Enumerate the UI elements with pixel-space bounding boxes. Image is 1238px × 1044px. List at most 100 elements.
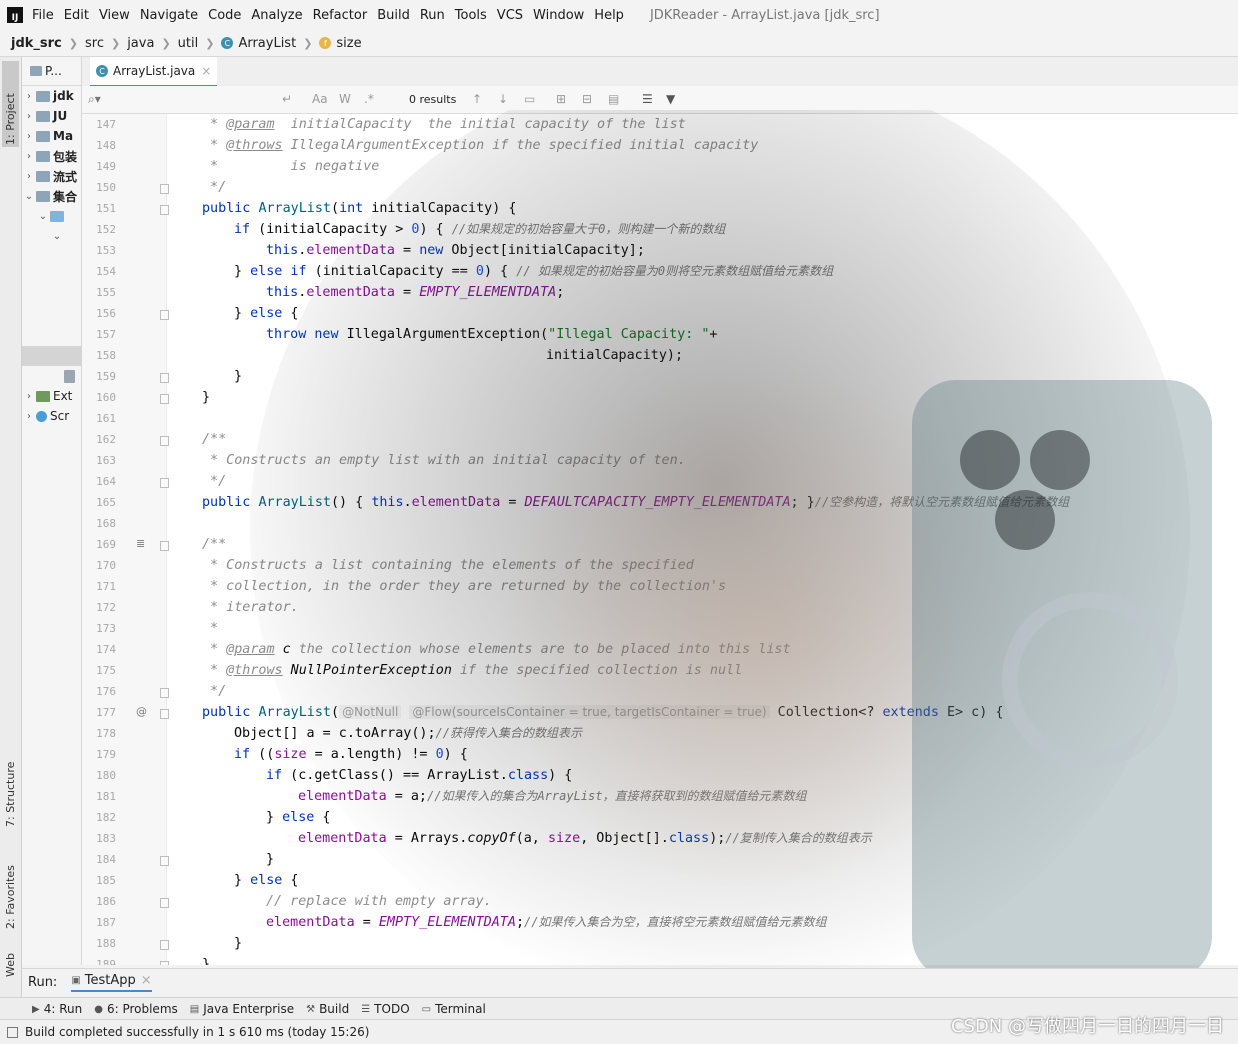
tab-label: ArrayList.java <box>113 64 196 78</box>
fold-marker-icon[interactable] <box>160 688 169 698</box>
project-panel-header[interactable]: P... <box>22 57 81 86</box>
menu-code[interactable]: Code <box>208 8 241 23</box>
menu-refactor[interactable]: Refactor <box>313 8 368 23</box>
tree-item[interactable]: › 流式 <box>22 166 81 186</box>
breadcrumb-project[interactable]: jdk_src <box>11 36 62 51</box>
add-occurrence-icon[interactable]: ⊞ <box>556 92 566 106</box>
fold-marker-icon[interactable] <box>160 856 169 866</box>
select-all-occurrences-icon[interactable]: ▭ <box>524 92 535 106</box>
tool-tab-terminal[interactable]: ▭ Terminal <box>422 1002 486 1016</box>
menu-navigate[interactable]: Navigate <box>140 8 198 23</box>
filter-icon[interactable]: ▼ <box>666 92 675 106</box>
keyword: class <box>507 768 549 783</box>
tree-item[interactable]: › JU <box>22 106 81 126</box>
search-input[interactable] <box>110 89 284 109</box>
fold-marker-icon[interactable] <box>160 184 169 194</box>
fold-marker-icon[interactable] <box>160 373 169 383</box>
fold-marker-icon[interactable] <box>160 478 169 488</box>
tab-arraylist-java[interactable]: C ArrayList.java × <box>90 57 218 88</box>
fold-marker-icon[interactable] <box>160 898 169 908</box>
code-line-156: } else { <box>234 303 299 324</box>
regex-button[interactable]: .* <box>364 92 374 106</box>
tool-tab-todo[interactable]: ☰ TODO <box>361 1002 409 1016</box>
match-case-button[interactable]: Aa <box>312 92 328 106</box>
breadcrumb-field[interactable]: f size <box>319 36 362 51</box>
comment: * <box>202 117 227 132</box>
render-doc-icon[interactable]: ≣ <box>136 537 145 550</box>
select-occurrences-icon[interactable]: ▤ <box>608 92 619 106</box>
whole-word-button[interactable]: W <box>339 92 351 106</box>
breadcrumb-java[interactable]: java <box>127 36 154 51</box>
tool-tab-favorites[interactable]: 2: Favorites <box>2 847 19 929</box>
tree-item[interactable]: › 包装 <box>22 146 81 166</box>
tree-item[interactable]: ⌄ <box>22 206 81 226</box>
status-toggle-icon[interactable] <box>7 1026 18 1038</box>
annotation-icon[interactable]: @ <box>136 705 147 718</box>
tree-item[interactable]: › Ma <box>22 126 81 146</box>
tool-tab-label: TODO <box>374 1002 410 1016</box>
arrow-up-icon[interactable]: ↑ <box>472 92 482 106</box>
fold-marker-icon[interactable] <box>160 205 169 215</box>
tool-tab-project[interactable]: 1: Project <box>2 61 19 147</box>
code-text: = a; <box>386 789 427 804</box>
menu-build[interactable]: Build <box>377 8 410 23</box>
tree-item[interactable]: › jdk <box>22 86 81 106</box>
code-editor[interactable]: 147 148 149 150 151 152 153 154 155 156 157 158 159 1… <box>82 114 1238 965</box>
run-config-tab[interactable]: ▣ TestApp × <box>71 973 152 992</box>
menu-help[interactable]: Help <box>594 8 624 23</box>
menu-tools[interactable]: Tools <box>455 8 487 23</box>
fold-marker-icon[interactable] <box>160 541 169 551</box>
line-number: 183 <box>96 832 116 845</box>
close-icon[interactable]: × <box>201 64 211 78</box>
tool-tab-java-enterprise[interactable]: ▤ Java Enterprise <box>190 1002 294 1016</box>
tree-item[interactable]: ⌄ 集合 <box>22 186 81 206</box>
field-ref: size <box>274 747 307 762</box>
keyword: new <box>314 327 339 342</box>
tree-item-label: Ma <box>53 129 74 143</box>
tree-item-label: jdk <box>53 89 74 103</box>
remove-occurrence-icon[interactable]: ⊟ <box>582 92 592 106</box>
breadcrumb-src[interactable]: src <box>85 36 104 51</box>
tree-item[interactable] <box>22 366 81 386</box>
menu-edit[interactable]: Edit <box>64 8 89 23</box>
fold-marker-icon[interactable] <box>160 709 169 719</box>
breadcrumb-util[interactable]: util <box>178 36 199 51</box>
menu-run[interactable]: Run <box>420 8 445 23</box>
line-number: 157 <box>96 328 116 341</box>
folder-icon <box>36 190 50 202</box>
menu-view[interactable]: View <box>99 8 130 23</box>
newline-icon[interactable]: ↵ <box>282 92 292 106</box>
code-line-169: /** <box>202 537 227 552</box>
menu-file[interactable]: File <box>32 8 54 23</box>
class-icon: C <box>96 65 108 77</box>
tool-tab-build[interactable]: ⚒ Build <box>306 1002 349 1016</box>
line-number: 175 <box>96 664 116 677</box>
tree-item[interactable]: ⌄ <box>22 226 81 246</box>
fold-marker-icon[interactable] <box>160 436 169 446</box>
fold-marker-icon[interactable] <box>160 940 169 950</box>
menu-analyze[interactable]: Analyze <box>251 8 302 23</box>
comment: //如果规定的初始容量大于0，则构建一个新的数组 <box>451 222 726 236</box>
search-icon[interactable]: ⌕▾ <box>88 92 101 107</box>
line-number: 178 <box>96 727 116 740</box>
fold-marker-icon[interactable] <box>160 961 169 965</box>
code-line-154: } else if (initialCapacity == 0) { // 如果… <box>234 261 833 282</box>
arrow-down-icon[interactable]: ↓ <box>498 92 508 106</box>
close-icon[interactable]: × <box>141 973 152 988</box>
tool-tab-web[interactable]: Web <box>2 945 19 977</box>
fold-marker-icon[interactable] <box>160 310 169 320</box>
menu-bar: IJ File Edit View Navigate Code Analyze … <box>0 0 1238 30</box>
tool-tab-problems[interactable]: ● 6: Problems <box>94 1002 178 1016</box>
tree-item[interactable]: › Scr <box>22 406 81 426</box>
tool-tab-structure[interactable]: 7: Structure <box>2 747 19 827</box>
menu-vcs[interactable]: VCS <box>497 8 523 23</box>
filter-settings-icon[interactable]: ☰ <box>642 92 653 106</box>
tree-item-selected[interactable] <box>22 346 81 366</box>
menu-window[interactable]: Window <box>533 8 584 23</box>
fold-marker-icon[interactable] <box>160 394 169 404</box>
line-number: 156 <box>96 307 116 320</box>
tool-tab-run[interactable]: ▶ 4: Run <box>32 1002 82 1016</box>
breadcrumb-class[interactable]: C ArrayList <box>221 36 296 51</box>
line-number: 177 <box>96 706 116 719</box>
tree-item[interactable]: › Ext <box>22 386 81 406</box>
